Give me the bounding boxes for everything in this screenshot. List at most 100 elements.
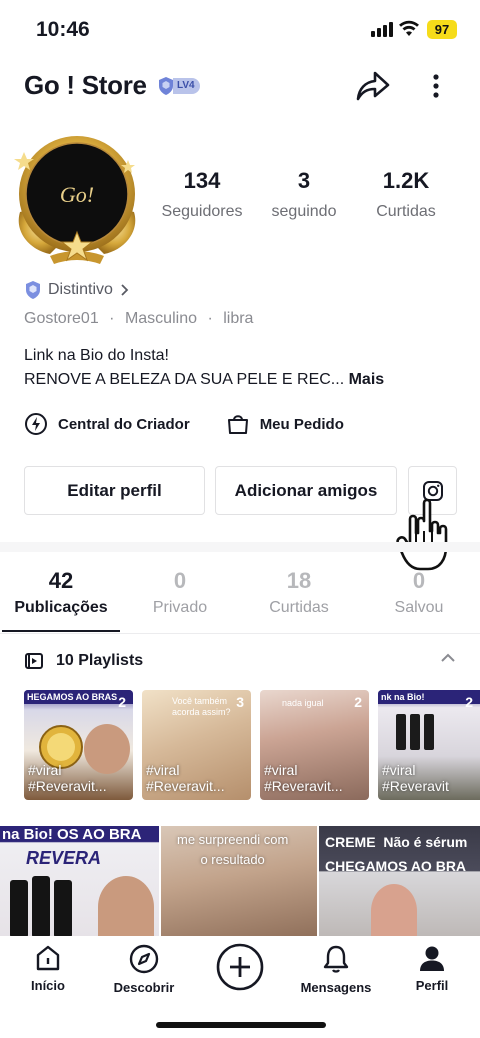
page-title: Go ! Store (24, 70, 147, 100)
nav-profile[interactable]: Perfil (384, 944, 480, 993)
video-thumbnail[interactable]: na Bio! OS AO BRA REVERA (0, 826, 159, 938)
tab-private-count: 0 (173, 568, 187, 593)
status-bar: 10:46 97 (0, 0, 480, 60)
playlist-item[interactable]: nada igual 2 #viral #Reveravit... (260, 690, 369, 800)
stat-following[interactable]: 3 seguindo (258, 168, 350, 221)
username: Gostore01 (24, 310, 99, 327)
tab-posts[interactable]: 42 Publicações (1, 568, 121, 617)
playlist-item-count: 2 (118, 694, 126, 710)
edit-profile-button[interactable]: Editar perfil (24, 466, 205, 515)
playlist-item-caption: #viral #Reveravit (382, 762, 449, 794)
avatar[interactable]: Go! (10, 132, 144, 266)
tab-posts-count: 42 (48, 568, 74, 593)
meta-separator: · (109, 310, 115, 327)
tab-saved[interactable]: 0 Salvou (359, 568, 479, 617)
my-order-link[interactable]: Meu Pedido (226, 412, 344, 436)
tab-private-label: Privado (152, 599, 208, 616)
playlist-icon (25, 653, 43, 669)
tab-saved-label: Salvou (394, 599, 444, 616)
followers-label: Seguidores (161, 203, 243, 220)
creator-center-link[interactable]: Central do Criador (24, 412, 190, 436)
video-thumbnail[interactable]: me surpreendi com o resultado (161, 826, 317, 938)
playlists-header[interactable]: 10 Playlists (24, 648, 464, 674)
nav-create[interactable] (192, 942, 288, 998)
bio: Link na Bio do Insta! RENOVE A BELEZA DA… (24, 344, 384, 392)
nav-home-label: Início (31, 978, 65, 993)
nav-home[interactable]: Início (0, 944, 96, 993)
battery-indicator: 97 (427, 20, 457, 39)
home-indicator[interactable] (156, 1022, 326, 1028)
tab-posts-label: Publicações (14, 599, 108, 616)
playlist-item-caption: #viral #Reveravit... (264, 762, 343, 794)
bell-icon (323, 945, 349, 973)
playlist-item-banner: Você também acorda assim? (172, 696, 231, 717)
meta-separator: · (207, 310, 213, 327)
following-count: 3 (297, 168, 311, 193)
status-time: 10:46 (36, 18, 90, 41)
video-thumbnail[interactable]: CREME Não é sérum CHEGAMOS AO BRA (319, 826, 480, 938)
nav-messages-label: Mensagens (300, 980, 372, 995)
playlist-item[interactable]: nk na Bio! 2 #viral #Reveravit (378, 690, 480, 800)
profile-meta: Gostore01 · Masculino · libra (24, 310, 259, 328)
tab-likes-label: Curtidas (269, 599, 329, 616)
serum-bottle (396, 714, 406, 750)
video-banner-text: me surpreendi com o resultado (177, 832, 289, 867)
serum-bottle (410, 714, 420, 750)
share-icon[interactable] (355, 68, 391, 104)
nav-discover[interactable]: Descobrir (96, 944, 192, 995)
bio-line-1: Link na Bio do Insta! (24, 347, 169, 364)
nav-discover-label: Descobrir (113, 980, 175, 995)
bio-line-2: RENOVE A BELEZA DA SUA PELE E REC... Mai… (24, 368, 384, 392)
tab-likes[interactable]: 18 Curtidas (239, 568, 359, 617)
serum-bottle (424, 714, 434, 750)
playlist-item[interactable]: Você também acorda assim? 3 #viral #Reve… (142, 690, 251, 800)
serum-bottle (10, 880, 28, 938)
likes-count: 1.2K (382, 168, 430, 193)
playlist-item-count: 2 (354, 694, 362, 710)
tab-private[interactable]: 0 Privado (120, 568, 240, 617)
stat-followers[interactable]: 134 Seguidores (154, 168, 250, 221)
playlists-title: 10 Playlists (56, 652, 144, 669)
bio-line-2-text: RENOVE A BELEZA DA SUA PELE E REC... (24, 371, 345, 388)
add-friends-button[interactable]: Adicionar amigos (215, 466, 397, 515)
chevron-up-icon[interactable] (440, 652, 456, 664)
followers-count: 134 (183, 168, 221, 193)
playlist-item[interactable]: HEGAMOS AO BRAS 2 #viral #Reveravit... (24, 690, 133, 800)
section-divider (0, 542, 480, 552)
signal-icon (371, 22, 393, 37)
serum-bottle (54, 880, 72, 938)
profile-header: Go ! Store LV4 (0, 62, 480, 110)
video-face (98, 876, 154, 938)
following-label: seguindo (271, 203, 337, 220)
wifi-icon (399, 20, 419, 36)
level-badge[interactable]: LV4 (157, 76, 200, 96)
nav-messages[interactable]: Mensagens (288, 944, 384, 995)
serum-bottle (32, 876, 50, 938)
tab-saved-count: 0 (412, 568, 426, 593)
more-options-icon[interactable] (424, 68, 448, 104)
nav-profile-label: Perfil (415, 978, 449, 993)
person-icon (420, 946, 444, 971)
stat-likes[interactable]: 1.2K Curtidas (362, 168, 450, 221)
chevron-right-icon (121, 284, 129, 296)
likes-label: Curtidas (376, 203, 436, 220)
lightning-icon (25, 413, 47, 435)
gender: Masculino (124, 310, 197, 327)
profile-tabs: 42 Publicações 0 Privado 18 Curtidas 0 S… (0, 562, 480, 634)
playlist-item-banner: HEGAMOS AO BRAS (24, 690, 133, 704)
video-banner-text: na Bio! OS AO BRA (2, 826, 142, 843)
playlist-item-caption: #viral #Reveravit... (146, 762, 225, 794)
avatar-logo-text: Go! (60, 182, 94, 207)
badge-label: Distintivo (48, 281, 113, 298)
playlist-item-count: 2 (465, 694, 473, 710)
compass-icon (129, 944, 159, 974)
bio-more-link[interactable]: Mais (349, 371, 385, 388)
shopping-bag-icon (227, 415, 248, 434)
home-icon (36, 945, 60, 971)
video-face (371, 884, 417, 938)
level-label: LV4 (173, 78, 200, 94)
creator-center-label: Central do Criador (58, 415, 190, 433)
tab-likes-count: 18 (286, 568, 312, 593)
badge-shield-icon (26, 281, 40, 299)
badge-link[interactable]: Distintivo (24, 280, 129, 300)
